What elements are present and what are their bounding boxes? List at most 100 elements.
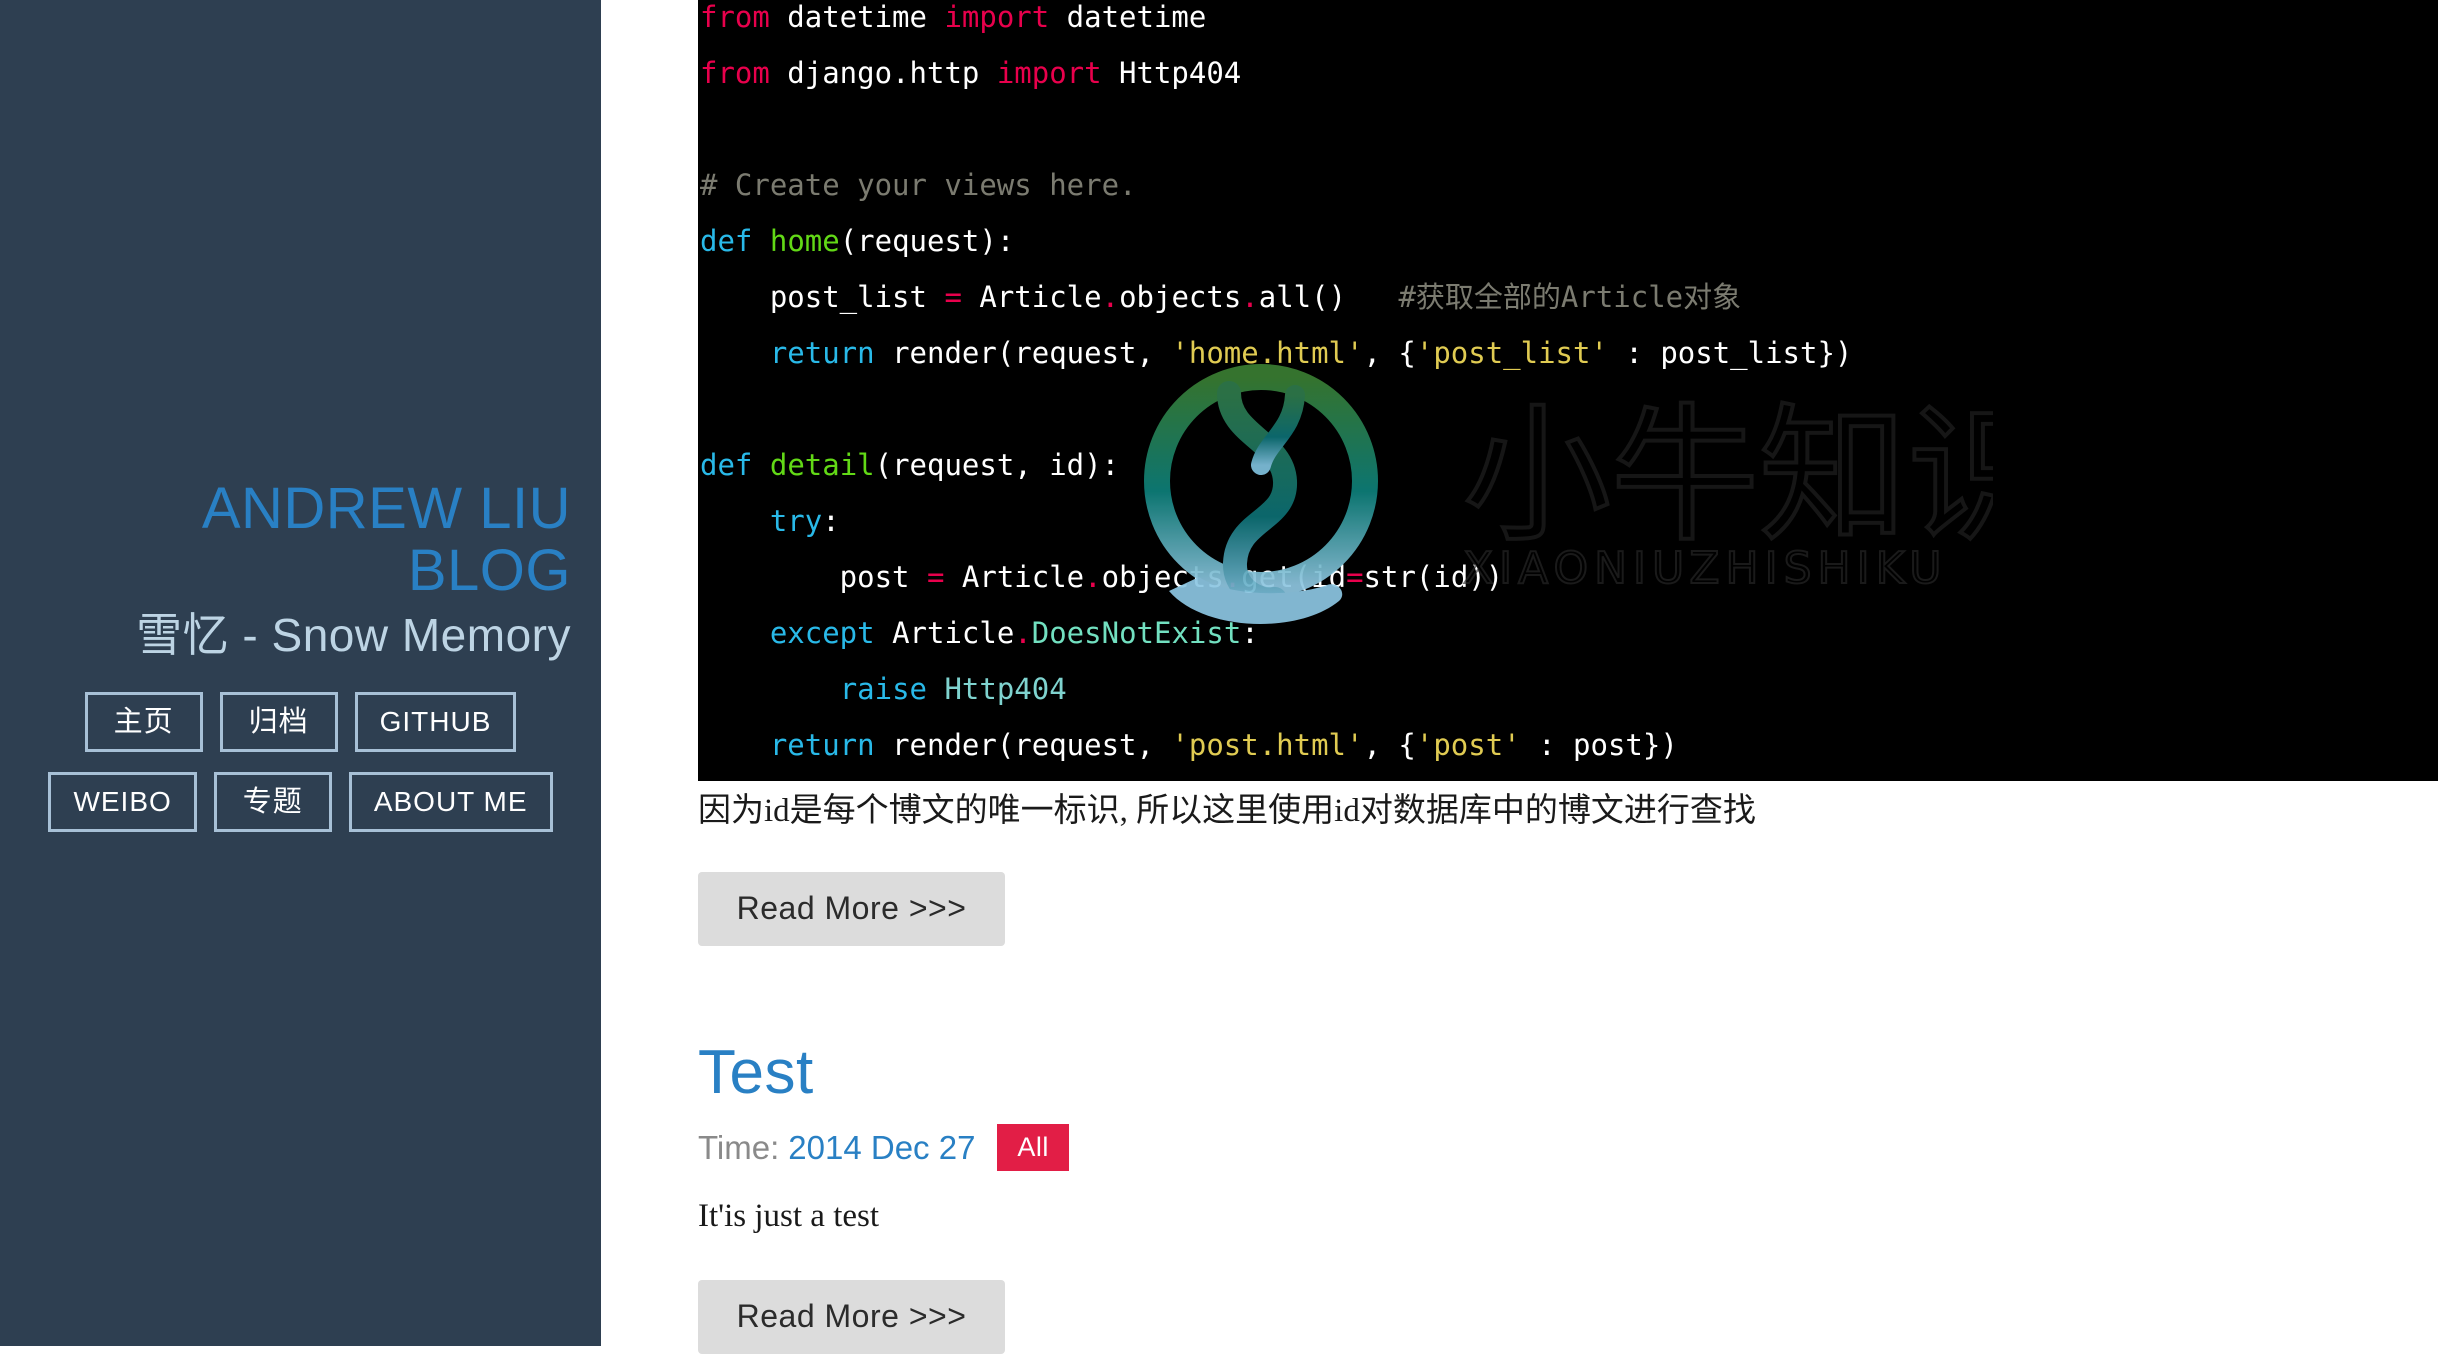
code-token: raise [839, 672, 927, 706]
post-title-link[interactable]: Test [698, 1040, 814, 1106]
site-subtitle: 雪忆 - Snow Memory [136, 609, 571, 661]
post-meta: Time: 2014 Dec 27 All [698, 1124, 1069, 1171]
code-token: = [944, 280, 962, 314]
code-block: from datetime import datetime from django… [698, 0, 2438, 781]
code-token: str(id)) [1363, 560, 1504, 594]
code-token: DoesNotExist [1031, 616, 1242, 650]
site-title-line1: ANDREW LIU [201, 476, 571, 541]
code-token: : [1241, 616, 1259, 650]
code-token: detail [769, 448, 875, 482]
code-token: try [769, 504, 823, 538]
code-token: render(request, [874, 336, 1172, 370]
code-line: try: [698, 493, 2438, 549]
nav-archive[interactable]: 归档 [219, 692, 338, 752]
code-token: datetime [1049, 0, 1207, 34]
code-line: def home(request): [698, 213, 2438, 269]
code-token: django.http [769, 56, 997, 90]
code-token: def [700, 224, 753, 258]
site-title-line2: BLOG [407, 538, 571, 603]
sidebar-nav-row-1: 主页 归档 GITHUB [0, 692, 601, 752]
code-token: objects [1119, 280, 1242, 314]
nav-github[interactable]: GITHUB [354, 692, 517, 752]
code-token: #获取全部的Article对象 [1346, 280, 1742, 314]
code-line: from django.http import Http404 [698, 45, 2438, 101]
code-token: 'home.html' [1171, 336, 1364, 370]
code-token: # Create your views here. [700, 168, 1137, 202]
nav-weibo[interactable]: WEIBO [48, 772, 197, 832]
code-token: get(id [1241, 560, 1347, 594]
code-token: , { [1363, 336, 1416, 370]
code-token: . [1084, 560, 1102, 594]
code-token: return [769, 336, 875, 370]
code-token: except [769, 616, 875, 650]
code-token: all() [1258, 280, 1347, 314]
code-token: , { [1363, 728, 1416, 762]
code-token: home [769, 224, 840, 258]
code-token: datetime [769, 0, 945, 34]
sidebar: ANDREW LIU BLOG 雪忆 - Snow Memory 主页 归档 G… [0, 0, 601, 1346]
read-more-button[interactable]: Read More >>> [698, 1280, 1005, 1354]
code-token: : post_list}) [1607, 336, 1853, 370]
code-token: post [700, 560, 927, 594]
sidebar-nav-row-2: WEIBO 专题 ABOUT ME [0, 772, 601, 832]
read-more-button[interactable]: Read More >>> [698, 872, 1005, 946]
code-line: except Article.DoesNotExist: [698, 605, 2438, 661]
code-token: = [926, 560, 945, 594]
code-token: post_list [700, 280, 945, 314]
code-token: . [1101, 280, 1120, 314]
code-line: raise Http404 [698, 661, 2438, 717]
code-line: # Create your views here. [698, 157, 2438, 213]
code-token: return [769, 728, 875, 762]
nav-topics[interactable]: 专题 [213, 772, 332, 832]
code-line: post = Article.objects.get(id=str(id)) [698, 549, 2438, 605]
code-token: render(request, [874, 728, 1172, 762]
site-title: ANDREW LIU BLOG [0, 478, 601, 602]
code-token: import [944, 0, 1050, 34]
code-line: from datetime import datetime [698, 0, 2438, 45]
code-token: 'post' [1415, 728, 1521, 762]
code-token: 'post_list' [1415, 336, 1608, 370]
post-time-value[interactable]: 2014 Dec 27 [788, 1129, 975, 1167]
code-token: import [996, 56, 1102, 90]
code-token: (request, id): [874, 448, 1120, 482]
code-token: Article [944, 560, 1085, 594]
code-token: from [700, 0, 770, 34]
code-token: Article [874, 616, 1015, 650]
nav-home[interactable]: 主页 [84, 692, 203, 752]
main-content: from datetime import datetime from django… [601, 0, 2438, 1354]
code-token: : [822, 504, 840, 538]
sidebar-inner: ANDREW LIU BLOG 雪忆 - Snow Memory 主页 归档 G… [0, 478, 601, 832]
code-line: return render(request, 'home.html', {'po… [698, 325, 2438, 381]
nav-about-me[interactable]: ABOUT ME [348, 772, 553, 832]
code-token: . [1014, 616, 1032, 650]
code-token: Http404 [944, 672, 1067, 706]
post-time-label: Time: [698, 1128, 780, 1166]
code-token: def [700, 448, 753, 482]
code-token: . [1241, 280, 1259, 314]
code-token: Article [961, 280, 1102, 314]
code-token: 'post.html' [1171, 728, 1364, 762]
post-category-badge[interactable]: All [997, 1124, 1069, 1171]
code-token: Http404 [1101, 56, 1242, 90]
code-token: (request): [839, 224, 1015, 258]
post-paragraph: 因为id是每个博文的唯一标识, 所以这里使用id对数据库中的博文进行查找 [698, 793, 1756, 829]
code-token: = [1346, 560, 1364, 594]
code-line: return render(request, 'post.html', {'po… [698, 717, 2438, 773]
code-token: from [700, 56, 770, 90]
code-token: : post}) [1520, 728, 1678, 762]
code-token: . [1223, 560, 1242, 594]
code-line: post_list = Article.objects.all() #获取全部的… [698, 269, 2438, 325]
code-line: def detail(request, id): [698, 437, 2438, 493]
code-token: objects [1101, 560, 1224, 594]
post-paragraph: It'is just a test [698, 1198, 880, 1234]
